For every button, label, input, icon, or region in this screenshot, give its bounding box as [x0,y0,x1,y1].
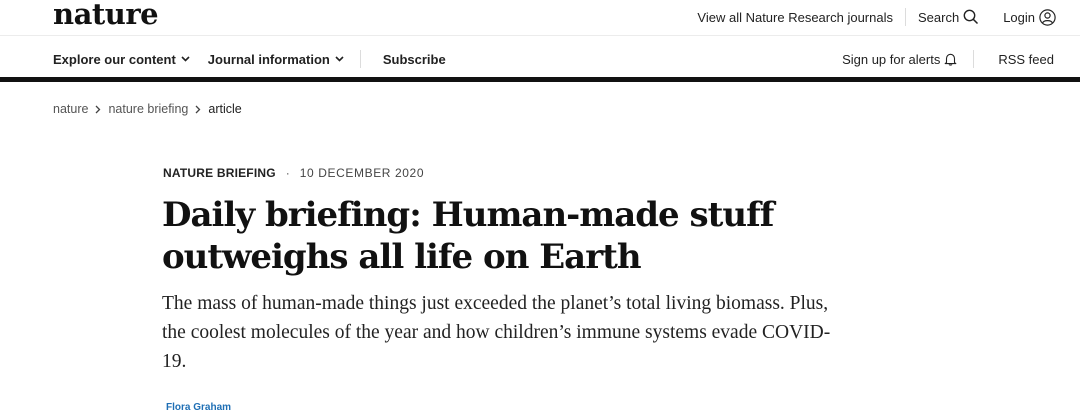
alerts-label: Sign up for alerts [842,51,941,67]
article-title: Daily briefing: Human-made stuff outweig… [162,194,782,278]
search-label: Search [917,9,960,25]
search-button[interactable]: Search [906,8,991,26]
view-all-journals-link[interactable]: View all Nature Research journals [685,8,906,26]
explore-content-menu[interactable]: Explore our content [53,52,190,67]
login-button[interactable]: Login [991,8,1056,26]
nav-right: Sign up for alerts RSS feed [842,50,1054,68]
article-type[interactable]: NATURE BRIEFING [163,166,276,180]
nav-divider [0,77,1080,82]
breadcrumb-article: article [208,102,242,116]
breadcrumb: nature nature briefing article [53,102,242,116]
view-all-journals-label: View all Nature Research journals [697,9,893,25]
journal-information-label: Journal information [207,51,330,67]
subscribe-link[interactable]: Subscribe [383,52,446,67]
article-title-line-2: outweighs all life on Earth [162,237,642,277]
breadcrumb-nature-briefing[interactable]: nature briefing [108,102,188,116]
chevron-right-icon [95,105,101,114]
chevron-down-icon [181,56,190,62]
subscribe-label: Subscribe [382,51,446,67]
author-link[interactable]: Flora Graham [166,402,231,413]
nature-logo[interactable]: nature [53,0,159,31]
rss-feed-link[interactable]: RSS feed [974,52,1054,67]
search-icon [963,9,979,25]
article-title-line-1: Daily briefing: Human-made stuff [162,195,774,235]
explore-content-label: Explore our content [53,51,176,67]
meta-separator: · [285,166,290,180]
nav-left: Explore our content Journal information … [53,50,446,68]
sign-up-alerts-link[interactable]: Sign up for alerts [842,50,975,68]
article-standfirst: The mass of human-made things just excee… [162,293,831,372]
login-label: Login [1003,9,1035,25]
top-links: View all Nature Research journals Search… [685,8,1056,26]
article-meta: NATURE BRIEFING · 10 DECEMBER 2020 [163,166,424,180]
top-bar: nature View all Nature Research journals… [0,0,1080,36]
main-nav: Explore our content Journal information … [0,37,1080,77]
article-date: 10 DECEMBER 2020 [299,166,425,180]
chevron-right-icon [195,105,201,114]
breadcrumb-nature[interactable]: nature [53,102,88,116]
journal-information-menu[interactable]: Journal information [208,50,361,68]
chevron-down-icon [335,56,344,62]
bell-icon [944,52,957,66]
user-circle-icon [1039,8,1056,26]
